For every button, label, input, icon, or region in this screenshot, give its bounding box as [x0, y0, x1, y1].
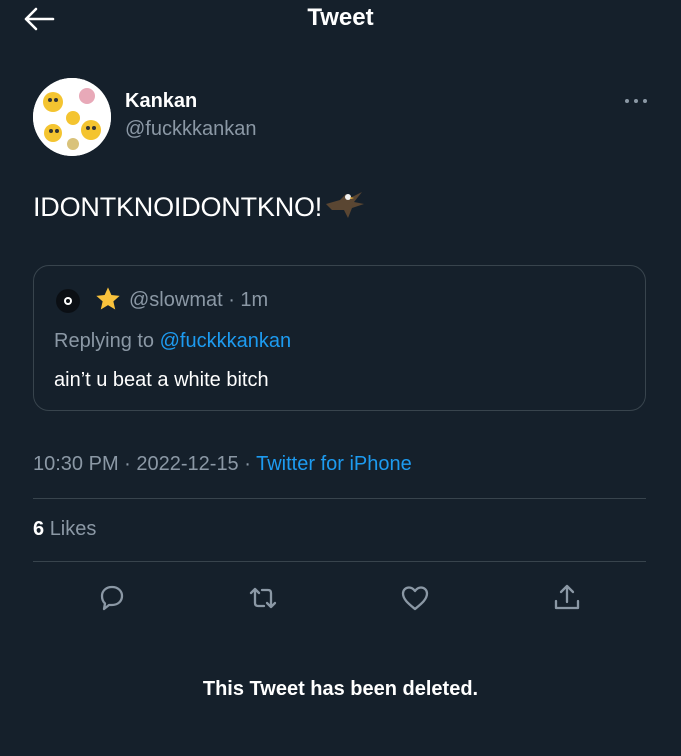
- replying-to-mention[interactable]: @fuckkkankan: [160, 330, 291, 352]
- quoted-text: ain’t u beat a white bitch: [54, 369, 269, 391]
- divider: [33, 561, 646, 562]
- tweet-timestamp: 10:30 PM · 2022-12-15 · Twitter for iPho…: [33, 453, 412, 476]
- likes-count: 6: [33, 518, 45, 540]
- retweet-icon[interactable]: [246, 581, 280, 615]
- quoted-replying-to: Replying to @fuckkkankan: [54, 330, 291, 353]
- tweet-text: IDONTKNOIDONTKNO!: [33, 190, 366, 223]
- likes-label: Likes: [49, 518, 97, 540]
- tweet-source[interactable]: Twitter for iPhone: [256, 453, 412, 475]
- star-emoji-icon: [94, 285, 122, 313]
- author-display-name[interactable]: Kankan: [125, 90, 197, 113]
- quoted-meta: @slowmat · 1m: [129, 289, 269, 311]
- share-icon[interactable]: [550, 581, 584, 615]
- author-handle[interactable]: @fuckkkankan: [125, 118, 256, 141]
- top-bar: Tweet: [0, 0, 681, 40]
- heart-icon[interactable]: [398, 581, 432, 615]
- reply-icon[interactable]: [95, 581, 129, 615]
- tweet-text-content: IDONTKNOIDONTKNO!: [33, 192, 323, 222]
- replying-to-label: Replying to: [54, 330, 155, 352]
- page-title: Tweet: [307, 4, 374, 31]
- quoted-tweet-card[interactable]: @slowmat · 1m Replying to @fuckkkankan a…: [33, 265, 646, 411]
- divider: [33, 498, 646, 499]
- tweet-author: Kankan @fuckkkankan: [33, 78, 653, 158]
- deleted-notice: This Tweet has been deleted.: [202, 678, 479, 700]
- eagle-emoji-icon: [324, 190, 366, 222]
- timestamp-time[interactable]: 10:30 PM · 2022-12-15 ·: [33, 453, 251, 475]
- avatar[interactable]: [33, 78, 111, 156]
- likes-stat[interactable]: 6 Likes: [33, 518, 96, 541]
- quoted-avatar: [56, 289, 80, 313]
- more-dots-icon[interactable]: [621, 92, 651, 110]
